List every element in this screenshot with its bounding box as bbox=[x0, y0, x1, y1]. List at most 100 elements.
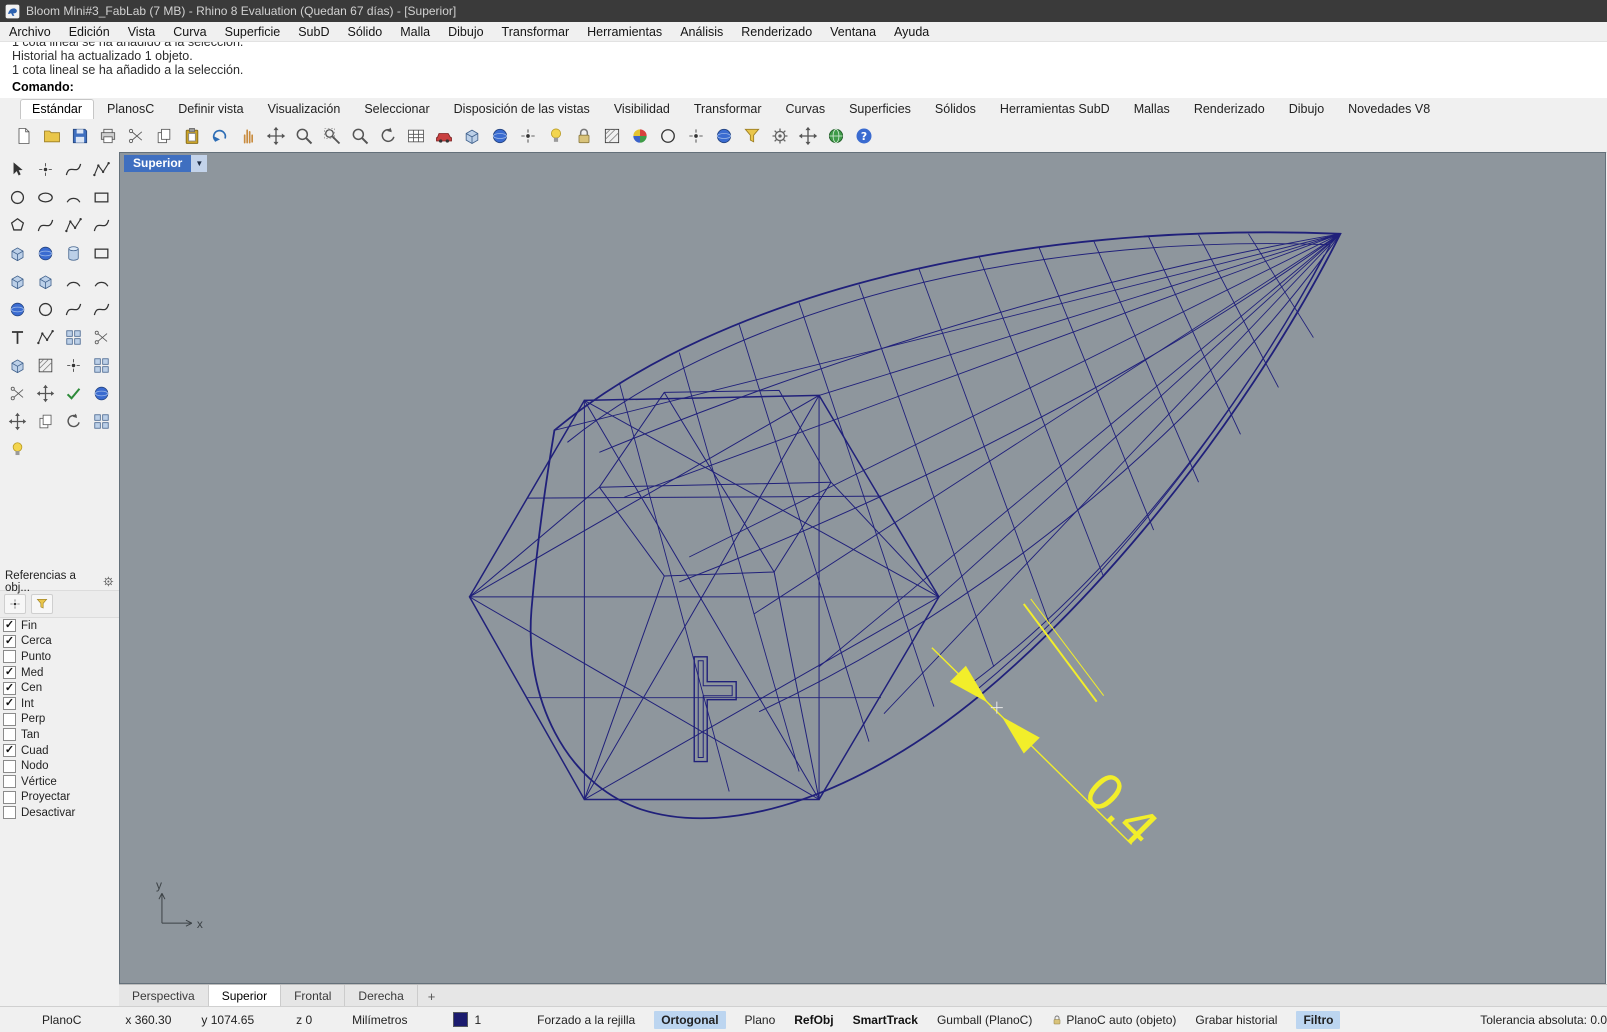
status-toggle-forzado-a-la-rejilla[interactable]: Forzado a la rejilla bbox=[537, 1013, 635, 1027]
command-history-area[interactable]: 1 cota lineal se ha añadido a la selecci… bbox=[0, 42, 1607, 99]
copy-icon[interactable] bbox=[150, 122, 177, 149]
ribbon-tab-visualizacion[interactable]: Visualización bbox=[257, 100, 352, 119]
viewport-title[interactable]: Superior bbox=[124, 155, 192, 172]
viewport-menu-caret-icon[interactable]: ▼ bbox=[191, 155, 208, 172]
osnap-checkbox-tan[interactable] bbox=[3, 728, 16, 742]
status-toggle-ortogonal[interactable]: Ortogonal bbox=[654, 1010, 726, 1029]
gumball-widget-icon[interactable] bbox=[794, 122, 821, 149]
menu-item-curva[interactable]: Curva bbox=[164, 24, 215, 40]
menu-item-herramientas[interactable]: Herramientas bbox=[578, 24, 671, 40]
status-toggle-gumball-planoc[interactable]: Gumball (PlanoC) bbox=[937, 1013, 1032, 1027]
text-tool-icon[interactable] bbox=[3, 323, 31, 351]
cut-icon[interactable] bbox=[122, 122, 149, 149]
block-tool-icon[interactable] bbox=[87, 351, 115, 379]
print-icon[interactable] bbox=[94, 122, 121, 149]
menu-item-subd[interactable]: SubD bbox=[289, 24, 338, 40]
move-icon[interactable] bbox=[262, 122, 289, 149]
box-tool-icon[interactable] bbox=[3, 239, 31, 267]
ribbon-tab-visibilidad[interactable]: Visibilidad bbox=[603, 100, 681, 119]
trim-tool-icon[interactable] bbox=[87, 323, 115, 351]
render-sphere-icon[interactable] bbox=[710, 122, 737, 149]
ribbon-tab-mallas[interactable]: Mallas bbox=[1123, 100, 1181, 119]
zoom-window-icon[interactable] bbox=[318, 122, 345, 149]
ribbon-tab-superficies[interactable]: Superficies bbox=[838, 100, 922, 119]
status-toggle-grabar-historial[interactable]: Grabar historial bbox=[1195, 1013, 1277, 1027]
pan-view-icon[interactable] bbox=[234, 122, 261, 149]
osnap-option-nodo[interactable]: Nodo bbox=[0, 758, 119, 774]
units-button[interactable]: Milímetros bbox=[352, 1013, 407, 1027]
point-cloud-tool-icon[interactable] bbox=[59, 351, 87, 379]
zoom-extents-icon[interactable] bbox=[346, 122, 373, 149]
ribbon-tab-definir-vista[interactable]: Definir vista bbox=[167, 100, 254, 119]
menu-item-ventana[interactable]: Ventana bbox=[821, 24, 885, 40]
boolean-union-tool-icon[interactable] bbox=[3, 267, 31, 295]
ribbon-tab-planosc[interactable]: PlanosC bbox=[96, 100, 165, 119]
osnap-checkbox-desactivar[interactable] bbox=[3, 806, 16, 820]
ribbon-tab-solidos[interactable]: Sólidos bbox=[924, 100, 987, 119]
polygon-tool-icon[interactable] bbox=[3, 211, 31, 239]
viewport-tab-derecha[interactable]: Derecha bbox=[345, 985, 418, 1007]
scale-tool-icon[interactable] bbox=[87, 407, 115, 435]
curve-tool-icon[interactable] bbox=[59, 155, 87, 183]
osnap-checkbox-punto[interactable] bbox=[3, 650, 16, 664]
offset-curve-tool-icon[interactable] bbox=[31, 211, 59, 239]
freeform-curve-tool-icon[interactable] bbox=[87, 211, 115, 239]
osnap-option-perp[interactable]: Perp bbox=[0, 712, 119, 728]
menu-item-transformar[interactable]: Transformar bbox=[493, 24, 579, 40]
dimension-annotation[interactable]: 0.4 bbox=[931, 598, 1169, 858]
fillet-curve-tool-icon[interactable] bbox=[59, 295, 87, 323]
selection-filter-icon[interactable] bbox=[738, 122, 765, 149]
undo-icon[interactable] bbox=[206, 122, 233, 149]
osnap-option-vertice[interactable]: Vértice bbox=[0, 774, 119, 790]
options-gear-icon[interactable] bbox=[766, 122, 793, 149]
osnap-option-proyectar[interactable]: Proyectar bbox=[0, 790, 119, 806]
ribbon-tab-transformar[interactable]: Transformar bbox=[683, 100, 773, 119]
status-toggle-plano[interactable]: Plano bbox=[745, 1013, 776, 1027]
osnap-option-cen[interactable]: Cen bbox=[0, 680, 119, 696]
menu-item-solido[interactable]: Sólido bbox=[338, 24, 391, 40]
save-icon[interactable] bbox=[66, 122, 93, 149]
split-tool-icon[interactable] bbox=[3, 379, 31, 407]
menu-item-archivo[interactable]: Archivo bbox=[0, 24, 60, 40]
status-toggle-filtro[interactable]: Filtro bbox=[1296, 1010, 1341, 1029]
color-wheel-icon[interactable] bbox=[626, 122, 653, 149]
layer-panel-icon[interactable] bbox=[402, 122, 429, 149]
osnap-disable-button[interactable] bbox=[4, 594, 26, 614]
move-tool-icon[interactable] bbox=[3, 407, 31, 435]
menu-item-malla[interactable]: Malla bbox=[391, 24, 439, 40]
osnap-option-punto[interactable]: Punto bbox=[0, 649, 119, 665]
polyline-tool-icon[interactable] bbox=[87, 155, 115, 183]
osnap-checkbox-cerca[interactable] bbox=[3, 634, 16, 648]
lock-icon[interactable] bbox=[570, 122, 597, 149]
chamfer-tool-icon[interactable] bbox=[87, 267, 115, 295]
hatch-tool-icon[interactable] bbox=[31, 351, 59, 379]
gumball-tool-icon[interactable] bbox=[31, 379, 59, 407]
fillet-edge-tool-icon[interactable] bbox=[59, 267, 87, 295]
dimension-value[interactable]: 0.4 bbox=[1072, 761, 1169, 858]
viewport-tab-superior[interactable]: Superior bbox=[208, 985, 282, 1007]
array-tool-icon[interactable] bbox=[59, 323, 87, 351]
ellipse-tool-icon[interactable] bbox=[31, 183, 59, 211]
osnap-checkbox-cen[interactable] bbox=[3, 681, 16, 695]
plane-tool-icon[interactable] bbox=[87, 239, 115, 267]
menu-item-analisis[interactable]: Análisis bbox=[671, 24, 732, 40]
osnap-option-tan[interactable]: Tan bbox=[0, 727, 119, 743]
osnap-checkbox-nodo[interactable] bbox=[3, 759, 16, 773]
contrast-circle-icon[interactable] bbox=[654, 122, 681, 149]
named-view-icon[interactable] bbox=[430, 122, 457, 149]
blend-curve-tool-icon[interactable] bbox=[87, 295, 115, 323]
osnap-checkbox-vertice[interactable] bbox=[3, 775, 16, 789]
earth-icon[interactable] bbox=[822, 122, 849, 149]
ribbon-tab-estandar[interactable]: Estándar bbox=[20, 99, 95, 119]
osnap-option-fin[interactable]: Fin bbox=[0, 618, 119, 634]
ribbon-tab-renderizado[interactable]: Renderizado bbox=[1183, 100, 1276, 119]
menu-item-dibujo[interactable]: Dibujo bbox=[439, 24, 492, 40]
viewport-tab-perspectiva[interactable]: Perspectiva bbox=[119, 985, 209, 1007]
osnap-checkbox-perp[interactable] bbox=[3, 712, 16, 726]
viewport-superior[interactable]: Superior ▼ 0.4 y x bbox=[119, 152, 1606, 984]
select-tool-icon[interactable] bbox=[3, 155, 31, 183]
surface-tool-icon[interactable] bbox=[3, 351, 31, 379]
copy-tool-icon[interactable] bbox=[31, 407, 59, 435]
osnap-checkbox-cuad[interactable] bbox=[3, 744, 16, 758]
osnap-option-int[interactable]: Int bbox=[0, 696, 119, 712]
